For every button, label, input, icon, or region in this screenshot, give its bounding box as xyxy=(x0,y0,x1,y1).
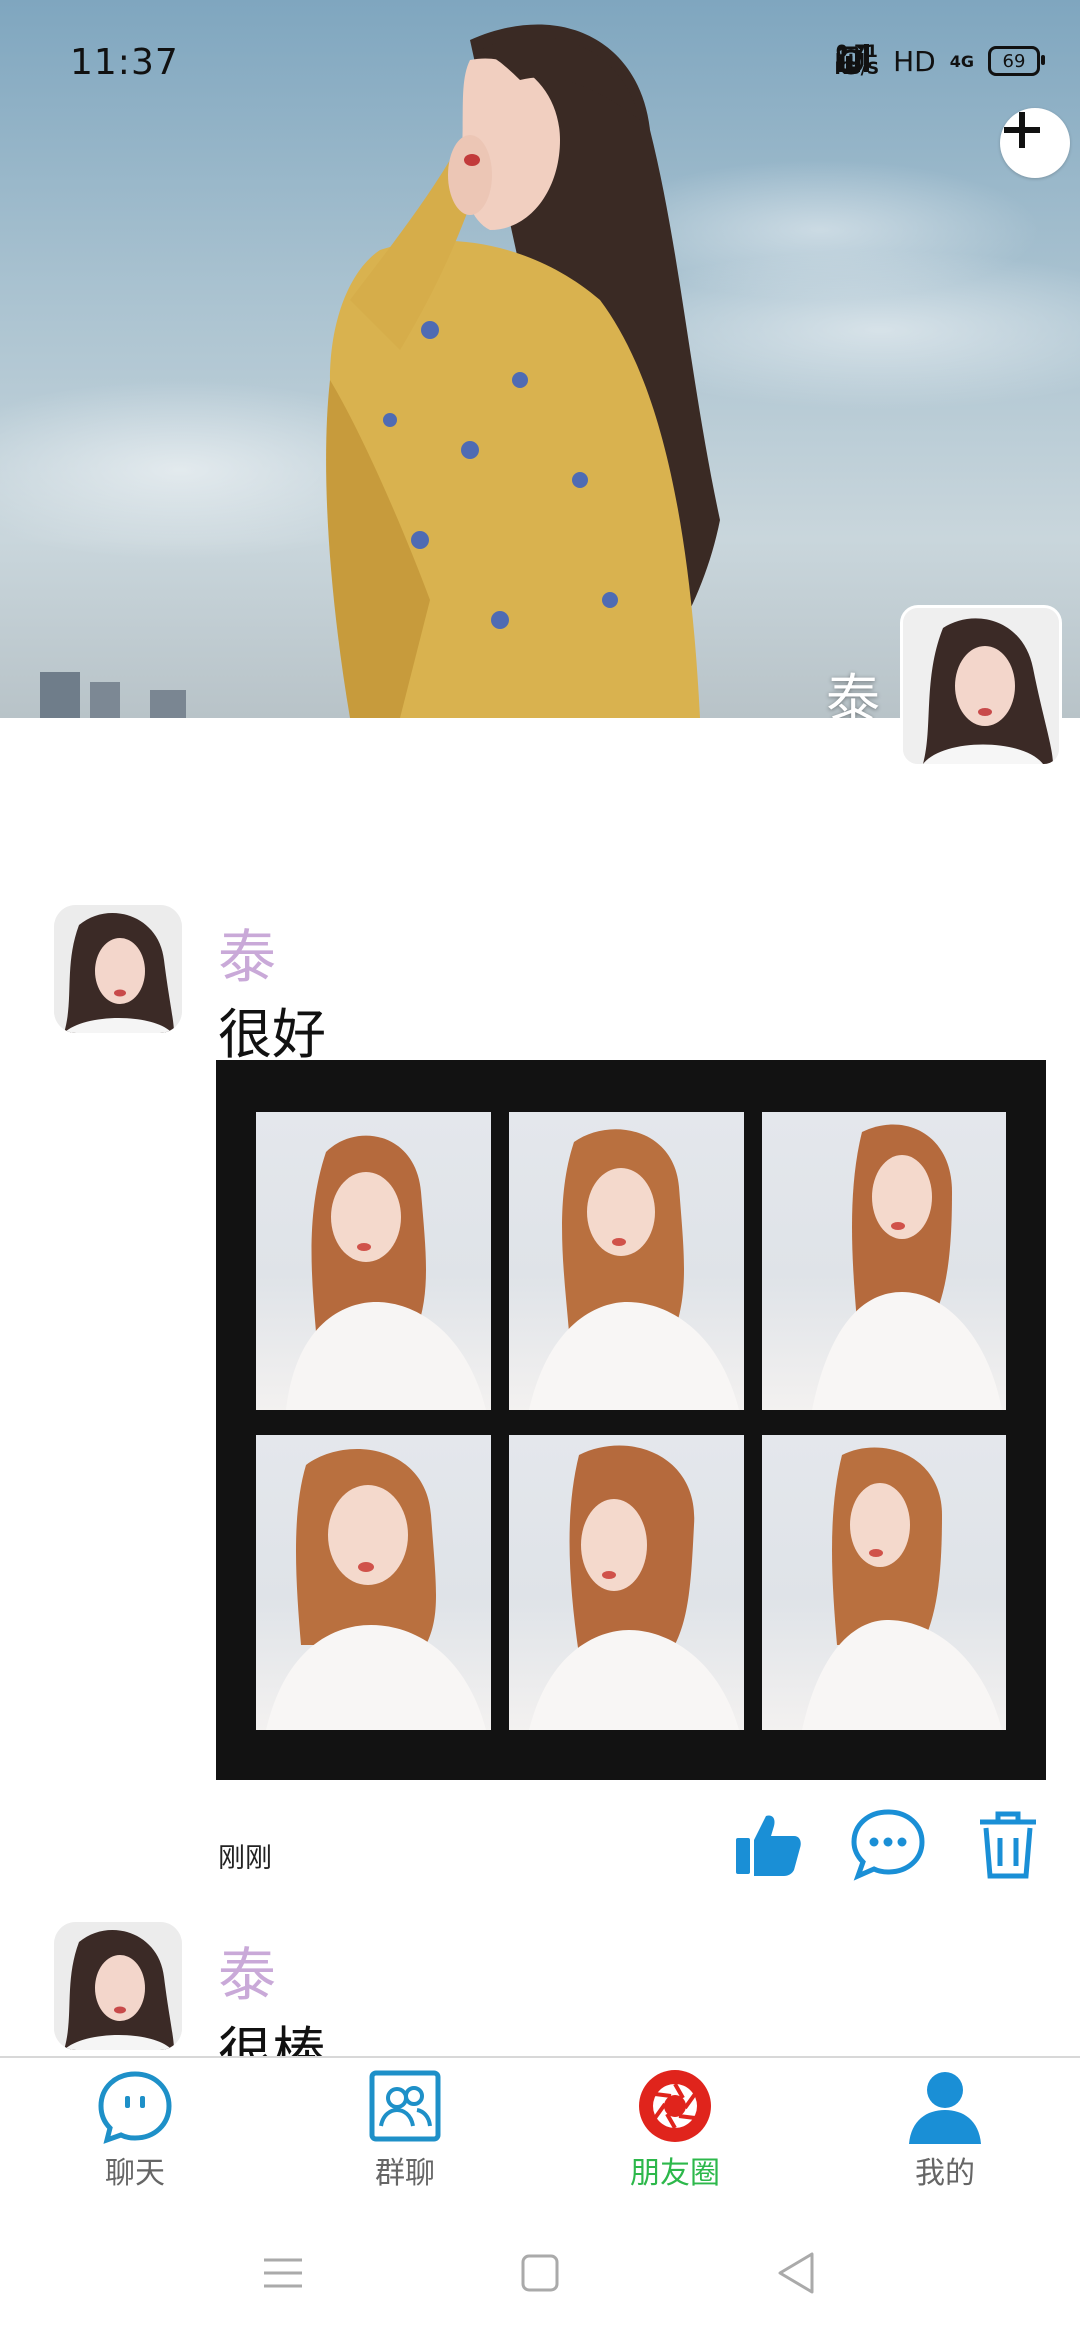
home-icon[interactable] xyxy=(515,2248,565,2298)
thumbs-up-icon xyxy=(736,1815,801,1876)
grid-photo xyxy=(256,1112,491,1410)
post-author-name[interactable]: 泰 xyxy=(218,910,276,994)
grid-photo xyxy=(762,1112,1006,1410)
delete-button[interactable] xyxy=(970,1806,1046,1882)
post-image[interactable] xyxy=(216,1060,1046,1780)
avatar-photo xyxy=(903,608,1059,764)
bottom-nav: 聊天 群聊 朋友圈 我的 xyxy=(0,2056,1080,2208)
signal-icon: 4G xyxy=(836,44,974,72)
nav-tab-group[interactable]: 群聊 xyxy=(315,2068,495,2192)
nav-tab-me[interactable]: 我的 xyxy=(855,2068,1035,2192)
status-bar: 11:37 0.71 KB/S HD 4G xyxy=(0,0,1080,130)
like-button[interactable] xyxy=(730,1806,806,1882)
post-time: 刚刚 xyxy=(218,1843,272,1874)
post-text: 很好 xyxy=(218,1003,326,1066)
system-nav-bar xyxy=(0,2206,1080,2340)
nav-tab-moments[interactable]: 朋友圈 xyxy=(585,2068,765,2192)
grid-photo xyxy=(509,1435,744,1730)
post-author-name[interactable]: 泰 xyxy=(218,1928,276,2012)
profile-name: 泰 xyxy=(826,668,880,718)
comment-button[interactable] xyxy=(850,1806,926,1882)
nav-label: 聊天 xyxy=(105,2156,165,2191)
add-post-button[interactable] xyxy=(1000,108,1070,178)
avatar-photo xyxy=(54,905,182,1033)
nav-label: 朋友圈 xyxy=(630,2156,720,2191)
plus-icon xyxy=(1004,112,1040,148)
trash-icon xyxy=(980,1811,1036,1879)
person-icon xyxy=(909,2072,981,2144)
grid-photo xyxy=(762,1435,1006,1730)
menu-icon[interactable] xyxy=(258,2248,308,2298)
status-time: 11:37 xyxy=(70,42,179,83)
status-icons: 0.71 KB/S HD 4G 69 xyxy=(835,44,1045,78)
grid-photo xyxy=(256,1435,491,1730)
post-author-avatar[interactable] xyxy=(54,1922,182,2050)
nav-label: 我的 xyxy=(915,2156,975,2191)
avatar-photo xyxy=(54,1922,182,2050)
nav-label: 群聊 xyxy=(375,2156,435,2191)
group-icon xyxy=(369,2070,441,2142)
profile-avatar[interactable] xyxy=(900,605,1062,767)
camera-aperture-icon xyxy=(639,2070,711,2142)
back-icon[interactable] xyxy=(772,2248,822,2298)
grid-photo xyxy=(509,1112,744,1410)
battery-icon: 69 xyxy=(988,46,1045,76)
comment-icon xyxy=(851,1809,925,1881)
post-author-avatar[interactable] xyxy=(54,905,182,1033)
hd-indicator: HD xyxy=(893,44,936,78)
nav-tab-chat[interactable]: 聊天 xyxy=(45,2068,225,2192)
chat-bubble-icon xyxy=(98,2071,172,2144)
